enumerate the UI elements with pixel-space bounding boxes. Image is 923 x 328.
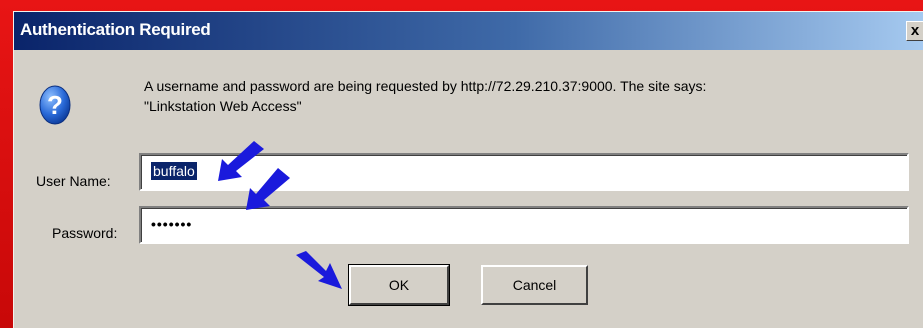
svg-text:?: ? [47, 90, 63, 120]
username-value: buffalo [151, 162, 197, 180]
question-icon: ? [39, 85, 71, 125]
arrow-pointing-password [246, 168, 290, 210]
password-value: ••••••• [151, 216, 193, 232]
auth-message: A username and password are being reques… [144, 76, 914, 116]
arrow-pointing-ok [296, 251, 342, 289]
dialog-title: Authentication Required [20, 20, 211, 39]
message-line-1: A username and password are being reques… [144, 78, 707, 94]
close-icon: x [910, 22, 920, 39]
authentication-dialog: Authentication Required x ? A username a… [13, 11, 923, 328]
ok-button[interactable]: OK [348, 264, 450, 306]
close-button[interactable]: x [906, 21, 923, 41]
password-label: Password: [52, 225, 118, 241]
message-line-2: "Linkstation Web Access" [144, 98, 302, 114]
username-selected-text: buffalo [151, 162, 197, 180]
title-bar[interactable]: Authentication Required x [14, 12, 923, 50]
username-label: User Name: [36, 173, 111, 189]
cancel-button[interactable]: Cancel [481, 265, 588, 305]
